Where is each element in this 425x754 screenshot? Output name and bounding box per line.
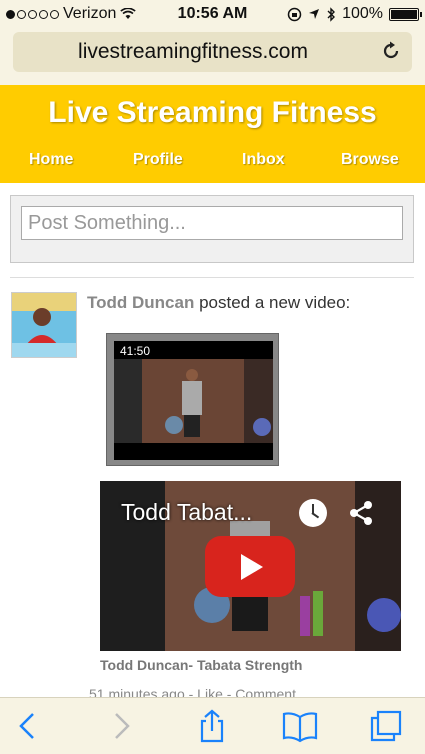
url-text[interactable]: livestreamingfitness.com <box>13 40 373 64</box>
nav-browse[interactable]: Browse <box>341 151 399 169</box>
chevron-right-icon[interactable] <box>102 708 138 744</box>
divider <box>10 277 414 278</box>
nav-inbox[interactable]: Inbox <box>242 151 285 169</box>
video-player[interactable]: Todd Tabat... <box>100 481 401 651</box>
thumbnail-image[interactable]: 41:50 <box>114 341 273 460</box>
chevron-left-icon[interactable] <box>11 708 47 744</box>
video-duration: 41:50 <box>120 344 151 358</box>
book-icon[interactable] <box>282 708 318 744</box>
main-nav: Home Profile Inbox Browse <box>0 151 425 175</box>
battery-percent: 100% <box>342 5 383 22</box>
feed-activity-text: Todd Duncan posted a new video: <box>87 293 350 313</box>
video-thumbnail[interactable]: 41:50 <box>106 333 279 466</box>
address-bar[interactable]: livestreamingfitness.com <box>13 32 412 72</box>
share-icon[interactable] <box>347 499 375 527</box>
browser-toolbar <box>0 697 425 754</box>
nav-home[interactable]: Home <box>29 151 73 169</box>
tabs-icon[interactable] <box>368 708 404 744</box>
user-name-link[interactable]: Todd Duncan <box>87 293 194 312</box>
post-composer <box>10 195 414 263</box>
status-bar: Verizon 10:56 AM 100% <box>0 0 425 28</box>
share-icon[interactable] <box>194 708 230 744</box>
activity-action: posted a new video: <box>194 293 351 312</box>
post-input[interactable] <box>21 206 403 240</box>
play-button[interactable] <box>205 536 295 597</box>
bluetooth-icon <box>327 6 336 22</box>
avatar[interactable] <box>11 292 77 358</box>
status-right: 100% <box>287 5 422 23</box>
player-title[interactable]: Todd Tabat... <box>121 499 252 526</box>
nav-profile[interactable]: Profile <box>133 151 183 169</box>
rotation-lock-icon <box>287 7 302 21</box>
browser-chrome-top: Verizon 10:56 AM 100% livestreamingfitne… <box>0 0 425 85</box>
site-header: Live Streaming Fitness Home Profile Inbo… <box>0 85 425 183</box>
battery-icon <box>389 7 422 21</box>
site-title[interactable]: Live Streaming Fitness <box>0 96 425 130</box>
reload-icon[interactable] <box>380 40 402 62</box>
watch-later-icon[interactable] <box>299 499 327 527</box>
video-caption[interactable]: Todd Duncan- Tabata Strength <box>100 657 302 673</box>
location-arrow-icon <box>309 9 320 19</box>
